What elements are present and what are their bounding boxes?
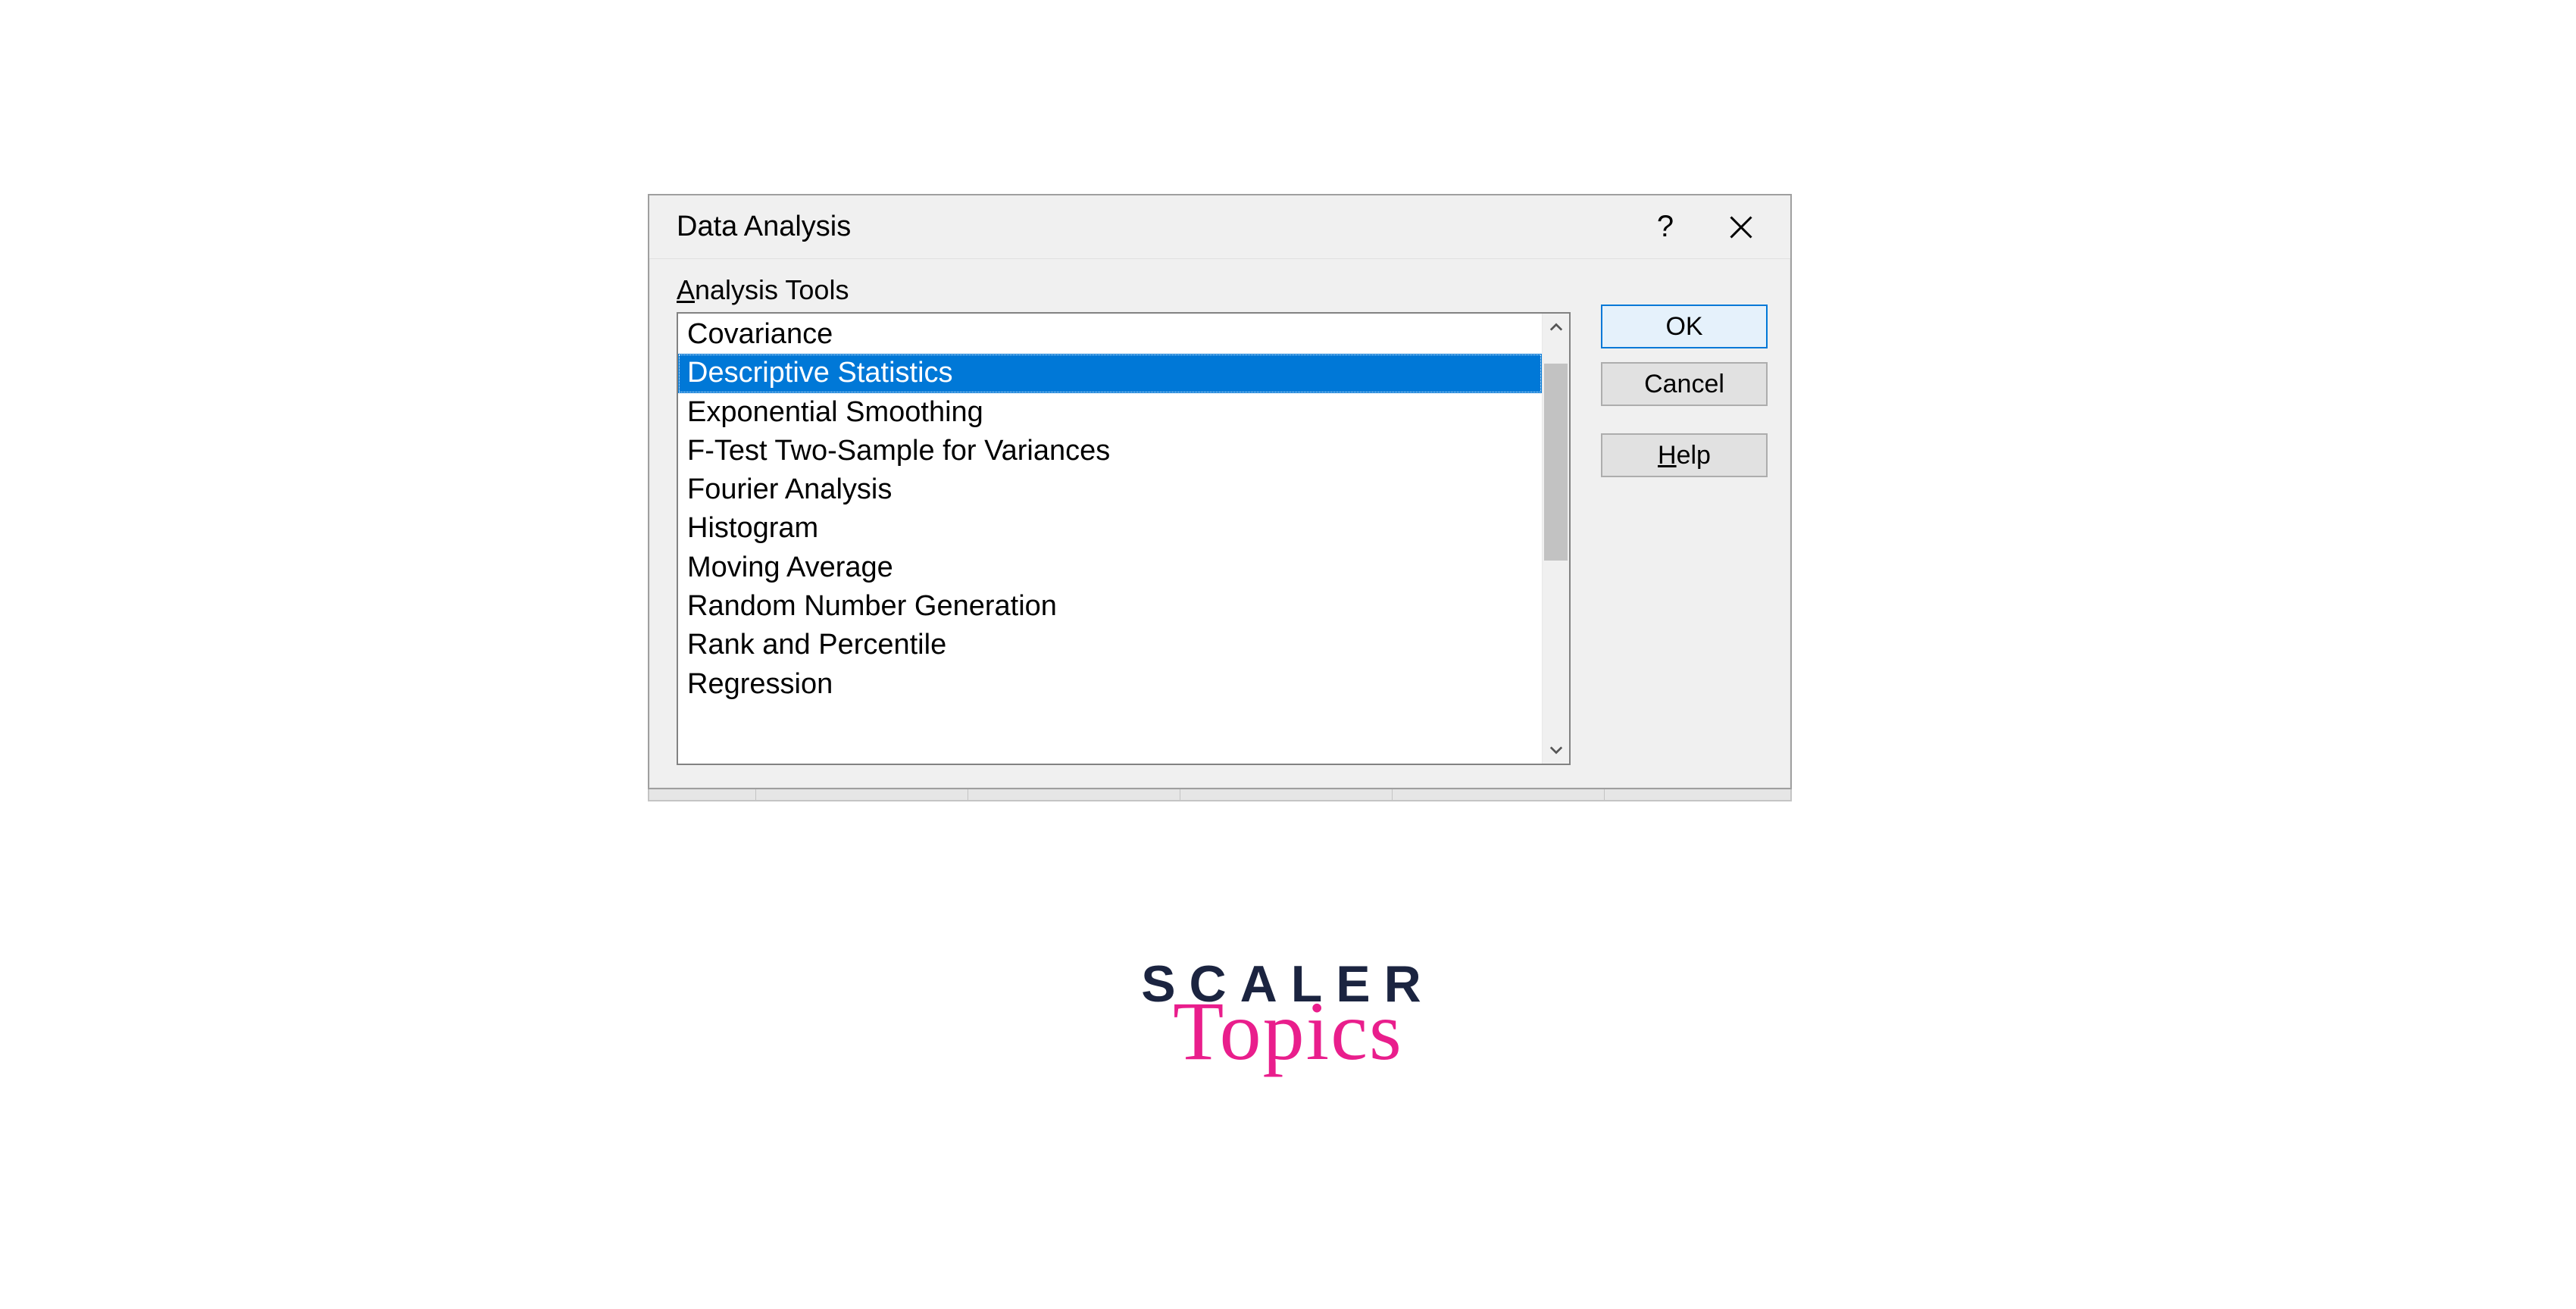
list-item[interactable]: F-Test Two-Sample for Variances	[678, 432, 1542, 470]
close-icon	[1727, 214, 1755, 241]
chevron-down-icon	[1549, 743, 1563, 757]
scroll-down-button[interactable]	[1543, 736, 1569, 764]
scaler-topics-logo: SCALER Topics	[1061, 954, 1515, 1079]
chevron-up-icon	[1549, 320, 1563, 334]
list-item[interactable]: Histogram	[678, 509, 1542, 548]
list-item[interactable]: Covariance	[678, 315, 1542, 354]
list-item[interactable]: Moving Average	[678, 548, 1542, 587]
logo-topics-text: Topics	[1061, 983, 1515, 1079]
scroll-up-button[interactable]	[1543, 314, 1569, 341]
left-column: Analysis Tools Covariance Descriptive St…	[677, 274, 1571, 765]
dialog-title: Data Analysis	[677, 211, 1631, 243]
help-button[interactable]: Help	[1601, 433, 1768, 477]
titlebar-help-button[interactable]: ?	[1631, 195, 1699, 259]
close-button[interactable]	[1707, 195, 1775, 259]
scroll-thumb[interactable]	[1544, 364, 1568, 561]
list-item[interactable]: Descriptive Statistics	[678, 354, 1542, 392]
list-item[interactable]: Fourier Analysis	[678, 470, 1542, 509]
title-bar: Data Analysis ?	[649, 195, 1790, 259]
data-analysis-dialog: Data Analysis ? Analysis Tools Covarianc…	[648, 194, 1792, 789]
listbox-viewport: Covariance Descriptive Statistics Expone…	[678, 314, 1542, 764]
ok-button[interactable]: OK	[1601, 305, 1768, 348]
analysis-tools-label: Analysis Tools	[677, 274, 1571, 306]
sheet-edge-strip	[648, 789, 1792, 801]
dialog-content: Analysis Tools Covariance Descriptive St…	[649, 259, 1790, 788]
list-item[interactable]: Random Number Generation	[678, 587, 1542, 626]
button-column: OK Cancel Help	[1601, 274, 1768, 765]
scroll-track[interactable]	[1543, 341, 1569, 736]
list-item[interactable]: Exponential Smoothing	[678, 393, 1542, 432]
listbox-scrollbar[interactable]	[1542, 314, 1569, 764]
list-item[interactable]: Regression	[678, 665, 1542, 704]
list-item[interactable]: Rank and Percentile	[678, 626, 1542, 664]
cancel-button[interactable]: Cancel	[1601, 362, 1768, 406]
analysis-tools-listbox[interactable]: Covariance Descriptive Statistics Expone…	[677, 312, 1571, 765]
